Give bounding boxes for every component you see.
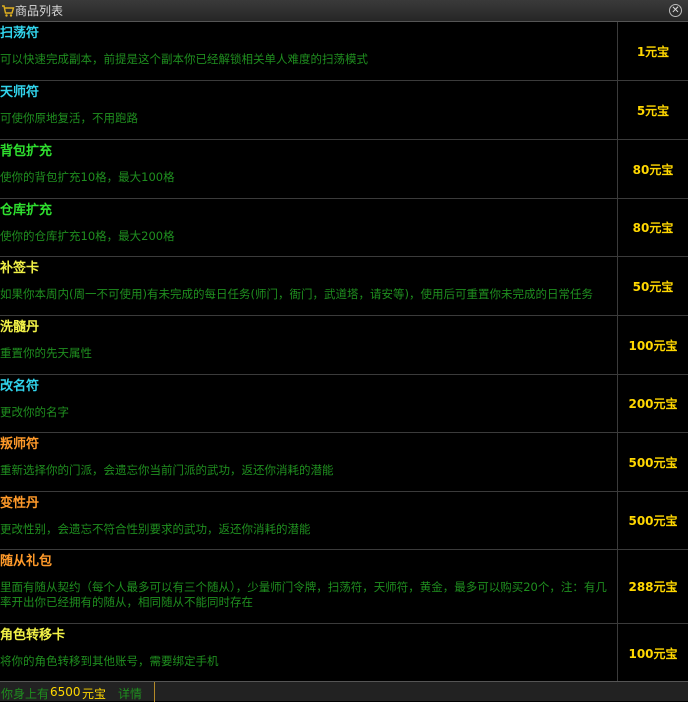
item-name: 扫荡符 bbox=[0, 26, 40, 41]
item-description: 可以快速完成副本，前提是这个副本你已经解锁相关单人难度的扫荡模式 bbox=[0, 52, 368, 66]
item-info[interactable]: 随从礼包里面有随从契约（每个人最多可以有三个随从），少量师门令牌，扫荡符，天师符… bbox=[0, 550, 618, 623]
item-price[interactable]: 1元宝 bbox=[618, 22, 688, 80]
item-info[interactable]: 改名符 更改你的名字 bbox=[0, 375, 618, 432]
item-row[interactable]: 改名符 更改你的名字 200元宝 bbox=[0, 375, 688, 433]
item-row[interactable]: 扫荡符 可以快速完成副本，前提是这个副本你已经解锁相关单人难度的扫荡模式 1元宝 bbox=[0, 22, 688, 81]
item-description: 将你的角色转移到其他账号，需要绑定手机 bbox=[0, 654, 219, 668]
item-price[interactable]: 500元宝 bbox=[618, 492, 688, 549]
item-row[interactable]: 叛师符 重新选择你的门派，会遗忘你当前门派的武功，返还你消耗的潜能 500元宝 bbox=[0, 433, 688, 492]
item-description: 更改你的名字 bbox=[0, 405, 69, 419]
title-bar: 商品列表 ✕ bbox=[0, 0, 688, 22]
footer-divider bbox=[154, 682, 155, 702]
item-description: 使你的仓库扩充10格，最大200格 bbox=[0, 229, 175, 243]
item-row[interactable]: 随从礼包里面有随从契约（每个人最多可以有三个随从），少量师门令牌，扫荡符，天师符… bbox=[0, 550, 688, 624]
item-price[interactable]: 80元宝 bbox=[618, 140, 688, 198]
balance-label: 你身上有 bbox=[1, 687, 50, 701]
item-price[interactable]: 80元宝 bbox=[618, 199, 688, 256]
item-name: 变性丹 bbox=[0, 496, 40, 511]
item-row[interactable]: 洗髓丹 重置你的先天属性 100元宝 bbox=[0, 316, 688, 375]
item-info[interactable]: 扫荡符可以快速完成副本，前提是这个副本你已经解锁相关单人难度的扫荡模式 bbox=[0, 22, 618, 80]
item-info[interactable]: 洗髓丹重置你的先天属性 bbox=[0, 316, 618, 374]
balance-unit: 元宝 bbox=[82, 687, 107, 701]
item-row[interactable]: 天师符 可使你原地复活，不用跑路 5元宝 bbox=[0, 81, 688, 140]
item-description: 如果你本周内(周一不可使用)有未完成的每日任务(师门，衙门，武道塔，请安等)，使… bbox=[0, 287, 593, 301]
item-description: 里面有随从契约（每个人最多可以有三个随从），少量师门令牌，扫荡符，天师符，黄金，… bbox=[0, 580, 607, 609]
shopping-cart-icon bbox=[2, 5, 15, 17]
close-icon[interactable]: ✕ bbox=[669, 4, 682, 17]
item-row[interactable]: 变性丹 更改性别，会遗忘不符合性别要求的武功，返还你消耗的潜能 500元宝 bbox=[0, 492, 688, 550]
item-list: 扫荡符 可以快速完成副本，前提是这个副本你已经解锁相关单人难度的扫荡模式 1元宝 天师… bbox=[0, 22, 688, 683]
item-info[interactable]: 角色转移卡将你的角色转移到其他账号，需要绑定手机 bbox=[0, 624, 618, 682]
item-info[interactable]: 仓库扩充使你的仓库扩充10格，最大200格 bbox=[0, 199, 618, 256]
item-row[interactable]: 背包扩充 使你的背包扩充10格，最大100格 80元宝 bbox=[0, 140, 688, 199]
item-name: 角色转移卡 bbox=[0, 628, 66, 643]
item-name: 洗髓丹 bbox=[0, 320, 40, 335]
item-info[interactable]: 背包扩充使你的背包扩充10格，最大100格 bbox=[0, 140, 618, 198]
item-description: 重新选择你的门派，会遗忘你当前门派的武功，返还你消耗的潜能 bbox=[0, 463, 334, 477]
item-price[interactable]: 100元宝 bbox=[618, 624, 688, 682]
item-row[interactable]: 补签卡如果你本周内(周一不可使用)有未完成的每日任务(师门，衙门，武道塔，请安等… bbox=[0, 257, 688, 316]
item-name: 背包扩充 bbox=[0, 144, 53, 159]
item-name: 随从礼包 bbox=[0, 554, 53, 569]
item-info[interactable]: 补签卡如果你本周内(周一不可使用)有未完成的每日任务(师门，衙门，武道塔，请安等… bbox=[0, 257, 618, 315]
item-row[interactable]: 仓库扩充 使你的仓库扩充10格，最大200格 80元宝 bbox=[0, 199, 688, 257]
detail-link[interactable]: 详情 bbox=[118, 685, 142, 702]
item-name: 改名符 bbox=[0, 379, 40, 394]
item-price[interactable]: 50元宝 bbox=[618, 257, 688, 315]
item-price[interactable]: 100元宝 bbox=[618, 316, 688, 374]
item-description: 使你的背包扩充10格，最大100格 bbox=[0, 170, 175, 184]
item-info[interactable]: 天师符可使你原地复活，不用跑路 bbox=[0, 81, 618, 139]
item-row[interactable]: 角色转移卡 将你的角色转移到其他账号，需要绑定手机 100元宝 bbox=[0, 624, 688, 683]
item-name: 天师符 bbox=[0, 85, 40, 100]
item-price[interactable]: 500元宝 bbox=[618, 433, 688, 491]
item-description: 可使你原地复活，不用跑路 bbox=[0, 111, 138, 125]
item-description: 重置你的先天属性 bbox=[0, 346, 92, 360]
item-name: 叛师符 bbox=[0, 437, 40, 452]
item-price[interactable]: 288元宝 bbox=[618, 550, 688, 623]
item-name: 补签卡 bbox=[0, 261, 40, 276]
item-price[interactable]: 5元宝 bbox=[618, 81, 688, 139]
item-description: 更改性别，会遗忘不符合性别要求的武功，返还你消耗的潜能 bbox=[0, 522, 311, 536]
window-title: 商品列表 bbox=[15, 4, 64, 18]
balance-amount: 6500 bbox=[50, 685, 81, 699]
item-info[interactable]: 叛师符重新选择你的门派，会遗忘你当前门派的武功，返还你消耗的潜能 bbox=[0, 433, 618, 491]
item-name: 仓库扩充 bbox=[0, 203, 53, 218]
item-info[interactable]: 变性丹更改性别，会遗忘不符合性别要求的武功，返还你消耗的潜能 bbox=[0, 492, 618, 549]
footer-bar: 你身上有 6500 元宝 详情 bbox=[0, 681, 688, 702]
item-price[interactable]: 200元宝 bbox=[618, 375, 688, 432]
